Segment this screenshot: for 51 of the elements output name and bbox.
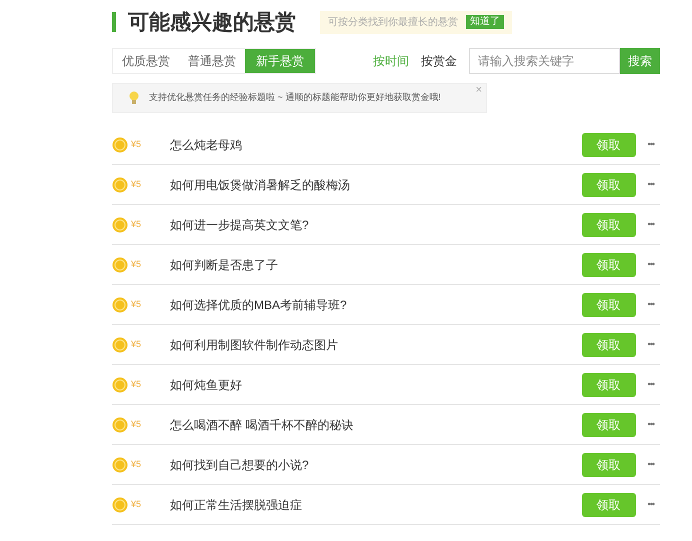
reward-amount: ¥5 xyxy=(131,338,142,351)
reward-amount: ¥5 xyxy=(131,458,142,471)
more-button[interactable]: ••• xyxy=(648,418,654,432)
question-title[interactable]: 如何进一步提高英文文笔? xyxy=(170,216,309,234)
tip-text: 可按分类找到你最擅长的悬赏 xyxy=(328,16,458,30)
sort-link[interactable]: 按赏金 xyxy=(421,52,457,70)
coin-icon xyxy=(112,496,128,512)
page-title: 可能感兴趣的悬赏 xyxy=(128,12,296,32)
more-button[interactable]: ••• xyxy=(648,138,654,152)
coin-icon xyxy=(112,376,128,392)
reward-amount: ¥5 xyxy=(131,138,142,151)
more-button[interactable]: ••• xyxy=(648,218,654,232)
search-field[interactable]: 请输入搜索关键字 xyxy=(469,48,620,74)
more-button[interactable]: ••• xyxy=(648,378,654,392)
question-title[interactable]: 如何判断是否患了子 xyxy=(170,256,278,274)
reward-amount: ¥5 xyxy=(131,298,142,311)
question-title[interactable]: 如何找到自己想要的小说? xyxy=(170,456,309,474)
more-button[interactable]: ••• xyxy=(648,498,654,512)
reward-amount: ¥5 xyxy=(131,498,142,511)
sort-link[interactable]: 按时间 xyxy=(373,52,409,70)
question-title[interactable]: 如何选择优质的MBA考前辅导班? xyxy=(170,296,347,314)
reward-amount: ¥5 xyxy=(131,258,142,271)
more-button[interactable]: ••• xyxy=(648,258,654,272)
reward-amount: ¥5 xyxy=(131,218,142,231)
question-title[interactable]: 如何正常生活摆脱强迫症 xyxy=(170,496,302,514)
notice-text: 支持优化悬赏任务的经验标题啦 ~ 通顺的标题能帮助你更好地获取赏金哦! xyxy=(149,91,441,104)
question-title[interactable]: 如何炖鱼更好 xyxy=(170,376,242,394)
title-accent-bar xyxy=(112,12,116,32)
question-title[interactable]: 如何用电饭煲做消暑解乏的酸梅汤 xyxy=(170,176,350,194)
question-title[interactable]: 如何利用制图软件制作动态图片 xyxy=(170,336,338,354)
more-button[interactable]: ••• xyxy=(648,178,654,192)
more-button[interactable]: ••• xyxy=(648,338,654,352)
coin-icon xyxy=(112,176,128,192)
coin-icon xyxy=(112,296,128,312)
coin-icon xyxy=(112,336,128,352)
reward-amount: ¥5 xyxy=(131,178,142,191)
coin-icon xyxy=(112,216,128,232)
question-title[interactable]: 怎么炖老母鸡 xyxy=(170,136,242,154)
question-title[interactable]: 怎么喝酒不醉 喝酒千杯不醉的秘诀 xyxy=(170,416,354,434)
search-button[interactable]: 搜索 xyxy=(620,48,660,74)
lightbulb-icon xyxy=(127,90,141,106)
reward-amount: ¥5 xyxy=(131,378,142,391)
coin-icon xyxy=(112,416,128,432)
more-button[interactable]: ••• xyxy=(648,458,654,472)
coin-icon xyxy=(112,456,128,472)
more-button[interactable]: ••• xyxy=(648,298,654,312)
coin-icon xyxy=(112,256,128,272)
got-it-button[interactable]: 知道了 xyxy=(466,15,504,29)
reward-amount: ¥5 xyxy=(131,418,142,431)
category-tab[interactable]: 新手悬赏 xyxy=(245,49,315,73)
coin-icon xyxy=(112,136,128,152)
